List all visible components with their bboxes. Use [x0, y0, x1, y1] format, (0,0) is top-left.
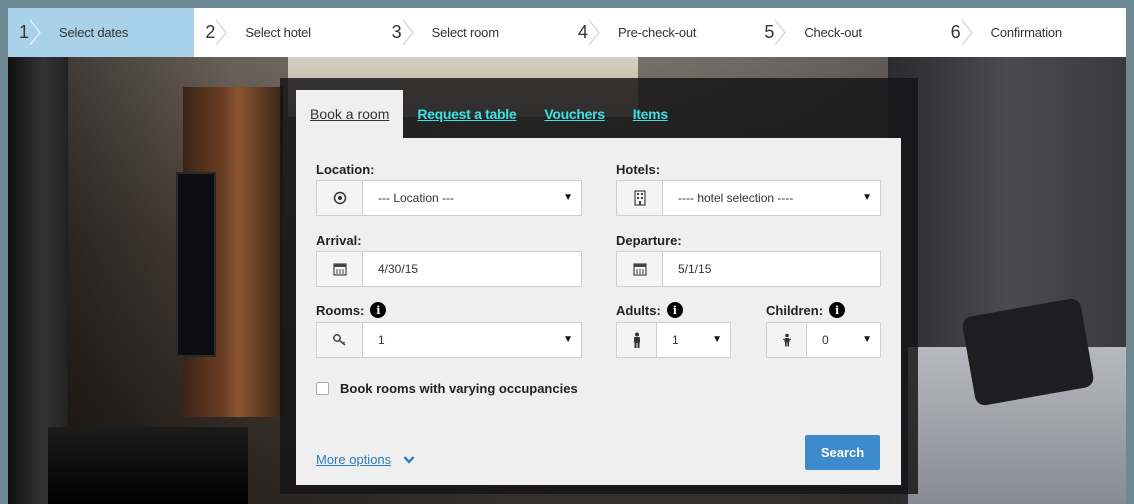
children-label-text: Children: [766, 302, 824, 318]
varying-occupancies-option: Book rooms with varying occupancies [316, 381, 578, 396]
caret-down-icon: ▼ [563, 192, 573, 203]
caret-down-icon: ▼ [712, 334, 722, 345]
hotels-label: Hotels: [616, 162, 660, 177]
step-check-out[interactable]: 5 Check-out [753, 8, 940, 57]
info-icon[interactable]: i [666, 302, 683, 318]
hotels-select[interactable]: ---- hotel selection ---- ▼ [616, 180, 881, 216]
departure-date-field[interactable]: 5/1/15 [616, 251, 881, 287]
rooms-label: Rooms: i [316, 302, 387, 318]
hotels-label-text: Hotels: [616, 162, 661, 177]
step-label: Select dates [59, 25, 129, 40]
departure-label-text: Departure: [616, 233, 682, 248]
step-label: Select room [431, 25, 499, 40]
adults-label-text: Adults: [616, 302, 661, 318]
target-icon [317, 181, 363, 215]
arrival-label-text: Arrival: [316, 233, 362, 248]
varying-occupancies-checkbox[interactable] [316, 382, 329, 395]
step-select-dates[interactable]: 1 Select dates [8, 8, 195, 57]
chevron-down-icon [403, 455, 415, 464]
adults-value-box: 1 ▼ [657, 323, 730, 357]
children-label: Children: i [766, 302, 846, 318]
step-label: Select hotel [245, 25, 311, 40]
more-options-link[interactable]: More options [316, 452, 415, 467]
step-chevron-icon [402, 19, 414, 46]
location-label: Location: [316, 162, 375, 177]
child-person-icon [767, 323, 807, 357]
children-select[interactable]: 0 ▼ [766, 322, 881, 358]
booking-tabs: Book a room Request a table Vouchers Ite… [296, 90, 682, 138]
rooms-value-box: 1 ▼ [363, 323, 581, 357]
step-chevron-icon [588, 19, 600, 46]
arrival-date-field[interactable]: 4/30/15 [316, 251, 582, 287]
step-select-hotel[interactable]: 2 Select hotel [194, 8, 381, 57]
varying-occupancies-label[interactable]: Book rooms with varying occupancies [340, 381, 578, 396]
step-label: Confirmation [990, 25, 1062, 40]
adults-label: Adults: i [616, 302, 683, 318]
more-options-text: More options [316, 452, 392, 467]
adults-value: 1 [672, 333, 679, 347]
location-label-text: Location: [316, 162, 375, 177]
calendar-icon [617, 252, 663, 286]
location-value: --- Location --- [378, 191, 455, 205]
page-frame: 1 Select dates 2 Select hotel 3 Select r… [0, 0, 1134, 504]
step-chevron-icon [774, 19, 786, 46]
caret-down-icon: ▼ [862, 334, 872, 345]
departure-label: Departure: [616, 233, 682, 248]
arrival-value: 4/30/15 [378, 262, 419, 276]
tab-book-a-room[interactable]: Book a room [296, 90, 404, 138]
location-value-box: --- Location --- ▼ [363, 181, 581, 215]
adults-select[interactable]: 1 ▼ [616, 322, 731, 358]
caret-down-icon: ▼ [563, 334, 573, 345]
booking-steps: 1 Select dates 2 Select hotel 3 Select r… [8, 8, 1126, 57]
info-icon[interactable]: i [829, 302, 846, 318]
tab-vouchers[interactable]: Vouchers [530, 90, 618, 138]
hotels-value: ---- hotel selection ---- [678, 191, 794, 205]
step-label: Pre-check-out [617, 25, 697, 40]
key-icon [317, 323, 363, 357]
step-confirmation[interactable]: 6 Confirmation [939, 8, 1126, 57]
step-chevron-icon [215, 19, 227, 46]
tab-request-a-table[interactable]: Request a table [403, 90, 530, 138]
arrival-value-box: 4/30/15 [363, 252, 581, 286]
rooms-label-text: Rooms: [316, 302, 365, 318]
booking-form: Location: --- Location --- ▼ Hotels: ---… [296, 138, 901, 485]
adult-person-icon [617, 323, 657, 357]
step-chevron-icon [961, 19, 973, 46]
caret-down-icon: ▼ [862, 192, 872, 203]
building-icon [617, 181, 663, 215]
arrival-label: Arrival: [316, 233, 362, 248]
rooms-select[interactable]: 1 ▼ [316, 322, 582, 358]
info-icon[interactable]: i [370, 302, 387, 318]
children-value-box: 0 ▼ [807, 323, 880, 357]
departure-value: 5/1/15 [678, 262, 712, 276]
step-select-room[interactable]: 3 Select room [380, 8, 567, 57]
tab-items[interactable]: Items [619, 90, 682, 138]
rooms-value: 1 [378, 333, 385, 347]
calendar-icon [317, 252, 363, 286]
step-chevron-icon [29, 19, 41, 46]
search-button[interactable]: Search [805, 435, 880, 470]
location-select[interactable]: --- Location --- ▼ [316, 180, 582, 216]
hotels-value-box: ---- hotel selection ---- ▼ [663, 181, 880, 215]
step-label: Check-out [804, 25, 862, 40]
step-pre-check-out[interactable]: 4 Pre-check-out [566, 8, 754, 57]
children-value: 0 [822, 333, 829, 347]
departure-value-box: 5/1/15 [663, 252, 880, 286]
